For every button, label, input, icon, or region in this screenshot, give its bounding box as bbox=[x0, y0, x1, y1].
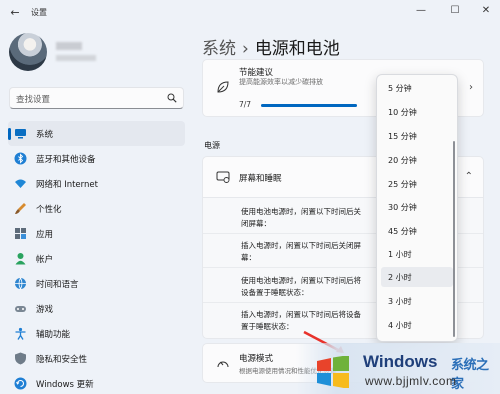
dropdown-option[interactable]: 20 分钟 bbox=[381, 150, 453, 170]
sidebar-item-privacy[interactable]: 隐私和安全性 bbox=[8, 346, 185, 371]
update-icon bbox=[14, 377, 27, 390]
setting-label-battery-sleep: 使用电池电源时，闲置以下时间后将设备置于睡眠状态： bbox=[241, 276, 361, 297]
monitor-icon bbox=[216, 171, 230, 183]
bluetooth-icon bbox=[14, 152, 27, 165]
sidebar-item-apps[interactable]: 应用 bbox=[8, 221, 185, 246]
dropdown-option[interactable]: 3 小时 bbox=[381, 291, 453, 311]
sidebar-item-label: 隐私和安全性 bbox=[36, 355, 88, 365]
sidebar-item-label: 个性化 bbox=[36, 205, 62, 215]
windows-logo-icon bbox=[317, 356, 349, 388]
sidebar-item-bluetooth[interactable]: 蓝牙和其他设备 bbox=[8, 146, 185, 171]
setting-label-battery-screen-off: 使用电池电源时，闲置以下时间后关闭屏幕： bbox=[241, 207, 361, 228]
close-button[interactable]: ✕ bbox=[476, 3, 496, 19]
dropdown-option[interactable]: 4 小时 bbox=[381, 315, 453, 335]
search-input[interactable]: 查找设置 bbox=[16, 93, 50, 105]
wifi-icon bbox=[15, 179, 26, 188]
breadcrumb: 系统 › 电源和电池 bbox=[202, 34, 340, 59]
sidebar-item-label: 系统 bbox=[36, 130, 54, 140]
sidebar-item-label: 帐户 bbox=[36, 255, 54, 265]
search-icon[interactable] bbox=[167, 93, 177, 103]
accessibility-icon bbox=[15, 327, 26, 340]
page-title: 电源和电池 bbox=[254, 39, 340, 59]
sidebar-item-accounts[interactable]: 帐户 bbox=[8, 246, 185, 271]
account-icon bbox=[15, 253, 26, 265]
power-mode-title: 电源模式 bbox=[239, 354, 274, 364]
sidebar-item-label: 蓝牙和其他设备 bbox=[36, 155, 96, 165]
breadcrumb-parent[interactable]: 系统 bbox=[202, 39, 236, 59]
sidebar-item-label: 时间和语言 bbox=[36, 280, 79, 290]
brush-icon bbox=[15, 203, 26, 214]
sidebar-item-label: Windows 更新 bbox=[36, 380, 94, 390]
leaf-icon bbox=[217, 81, 229, 93]
sidebar-item-label: 游戏 bbox=[36, 305, 54, 315]
energy-subtitle: 提高能源效率以减少碳排放 bbox=[239, 78, 323, 86]
dropdown-option[interactable]: 45 分钟 bbox=[381, 221, 453, 241]
apps-icon bbox=[15, 228, 26, 239]
gamepad-icon bbox=[15, 306, 26, 312]
dropdown-option[interactable]: 30 分钟 bbox=[381, 197, 453, 217]
dropdown-scrollbar[interactable] bbox=[453, 141, 455, 337]
dropdown-option[interactable]: 5 分钟 bbox=[381, 78, 453, 98]
window-title: 设置 bbox=[31, 8, 47, 17]
chevron-right-icon: › bbox=[469, 82, 473, 93]
dropdown-option[interactable]: 10 分钟 bbox=[381, 102, 453, 122]
sidebar-item-system[interactable]: 系统 bbox=[8, 121, 185, 146]
search-box[interactable]: 查找设置 bbox=[9, 87, 184, 109]
maximize-button[interactable]: ☐ bbox=[445, 3, 465, 19]
title-bar: ← 设置 — ☐ ✕ bbox=[0, 0, 500, 26]
sidebar-item-label: 辅助功能 bbox=[36, 330, 71, 340]
user-email-blurred bbox=[56, 55, 96, 61]
dropdown-option[interactable]: 25 分钟 bbox=[381, 174, 453, 194]
system-icon bbox=[15, 129, 26, 139]
chevron-right-icon: › bbox=[242, 39, 249, 59]
section-heading-power: 电源 bbox=[204, 141, 220, 150]
sidebar-item-personalization[interactable]: 个性化 bbox=[8, 196, 185, 221]
sidebar-item-label: 网络和 Internet bbox=[36, 180, 98, 190]
watermark-brand: Windows bbox=[363, 352, 438, 371]
back-arrow-icon[interactable]: ← bbox=[8, 6, 22, 20]
avatar[interactable] bbox=[9, 33, 47, 71]
sidebar-item-accessibility[interactable]: 辅助功能 bbox=[8, 321, 185, 346]
energy-progress-fill bbox=[261, 104, 357, 107]
setting-label-plugged-screen-off: 插入电源时，闲置以下时间后关闭屏幕： bbox=[241, 241, 361, 262]
chevron-up-icon[interactable]: ⌃ bbox=[465, 171, 473, 182]
minimize-button[interactable]: — bbox=[411, 3, 431, 19]
shield-icon bbox=[15, 352, 26, 365]
sidebar-item-label: 应用 bbox=[36, 230, 54, 240]
globe-clock-icon bbox=[15, 277, 26, 290]
energy-count: 7/7 bbox=[239, 100, 252, 109]
energy-progress-bar bbox=[261, 104, 357, 107]
timeout-dropdown-list[interactable]: 5 分钟 10 分钟 15 分钟 20 分钟 25 分钟 30 分钟 45 分钟… bbox=[376, 74, 458, 342]
sidebar-item-windows-update[interactable]: Windows 更新 bbox=[8, 371, 185, 394]
sidebar-item-time-language[interactable]: 时间和语言 bbox=[8, 271, 185, 296]
power-mode-icon bbox=[217, 361, 229, 368]
sidebar-item-gaming[interactable]: 游戏 bbox=[8, 296, 185, 321]
dropdown-option[interactable]: 15 分钟 bbox=[381, 126, 453, 146]
screen-sleep-title: 屏幕和睡眠 bbox=[239, 174, 282, 184]
sidebar-item-network[interactable]: 网络和 Internet bbox=[8, 171, 185, 196]
watermark-site-name: 系统之家 bbox=[451, 358, 489, 392]
dropdown-option[interactable]: 1 小时 bbox=[381, 244, 453, 264]
dropdown-option-selected[interactable]: 2 小时 bbox=[381, 267, 453, 287]
sidebar-nav: 系统 蓝牙和其他设备 网络和 Internet 个性化 应用 帐户 时间和语言 … bbox=[8, 121, 185, 394]
watermark-url: www.bjjmlv.com bbox=[365, 374, 457, 388]
user-name-blurred bbox=[56, 42, 82, 50]
